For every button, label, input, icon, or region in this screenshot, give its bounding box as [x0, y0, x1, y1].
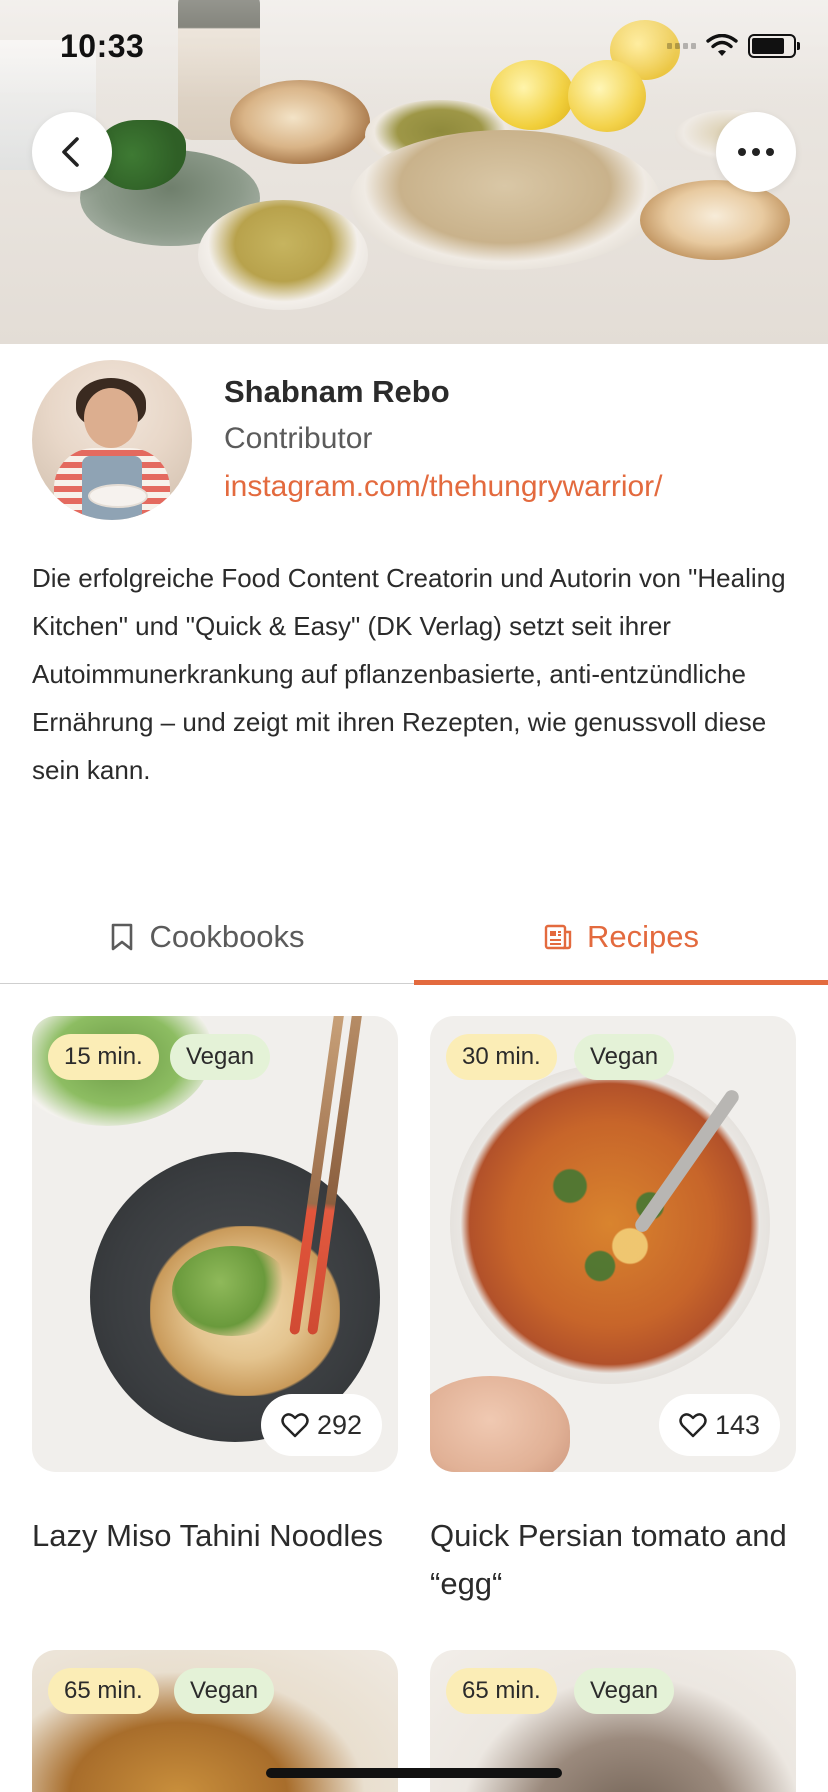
content-tabs: Cookbooks Recipes	[0, 890, 828, 985]
tab-label: Recipes	[587, 919, 699, 954]
signal-icon	[667, 43, 696, 49]
time-badge: 30 min.	[446, 1034, 557, 1080]
author-bio: Die erfolgreiche Food Content Creatorin …	[32, 563, 786, 785]
heart-icon	[281, 1413, 309, 1438]
instagram-link[interactable]: instagram.com/thehungrywarrior/	[224, 470, 663, 504]
author-name: Shabnam Rebo	[224, 374, 450, 409]
like-button[interactable]: 143	[658, 1394, 780, 1456]
author-role: Contributor	[224, 422, 373, 455]
active-tab-indicator	[414, 980, 828, 985]
like-count: 292	[316, 1409, 362, 1440]
diet-badge: Vegan	[574, 1668, 675, 1714]
recipe-title: Quick Persian tomato and “egg“	[430, 1518, 787, 1601]
tab-cookbooks[interactable]: Cookbooks	[0, 890, 414, 984]
more-button[interactable]	[716, 112, 796, 192]
recipe-card[interactable]: 30 min. Vegan 143 Quick Persian tomato a…	[430, 1016, 796, 1616]
like-button[interactable]: 292	[260, 1394, 382, 1456]
tab-label: Cookbooks	[149, 919, 305, 954]
like-count: 143	[714, 1409, 760, 1440]
chevron-left-icon	[62, 137, 79, 167]
battery-icon	[748, 34, 800, 58]
diet-badge: Vegan	[574, 1034, 675, 1080]
status-time: 10:33	[60, 28, 145, 64]
home-indicator[interactable]	[266, 1768, 562, 1778]
time-badge: 65 min.	[446, 1668, 557, 1714]
wifi-icon	[706, 34, 738, 56]
time-badge: 15 min.	[48, 1034, 159, 1080]
diet-badge: Vegan	[170, 1034, 271, 1080]
recipe-card[interactable]: 15 min. Vegan 292 Lazy Miso Tahini Noodl…	[32, 1016, 398, 1576]
newspaper-icon	[544, 924, 572, 950]
back-button[interactable]	[32, 112, 112, 192]
avatar	[32, 360, 192, 520]
status-icons	[667, 34, 800, 58]
diet-badge: Vegan	[174, 1668, 275, 1714]
tab-recipes[interactable]: Recipes	[414, 890, 828, 984]
heart-icon	[679, 1413, 707, 1438]
recipe-title: Lazy Miso Tahini Noodles	[32, 1518, 383, 1553]
time-badge: 65 min.	[48, 1668, 159, 1714]
bookmark-icon	[112, 923, 133, 951]
more-horizontal-icon	[738, 148, 774, 156]
